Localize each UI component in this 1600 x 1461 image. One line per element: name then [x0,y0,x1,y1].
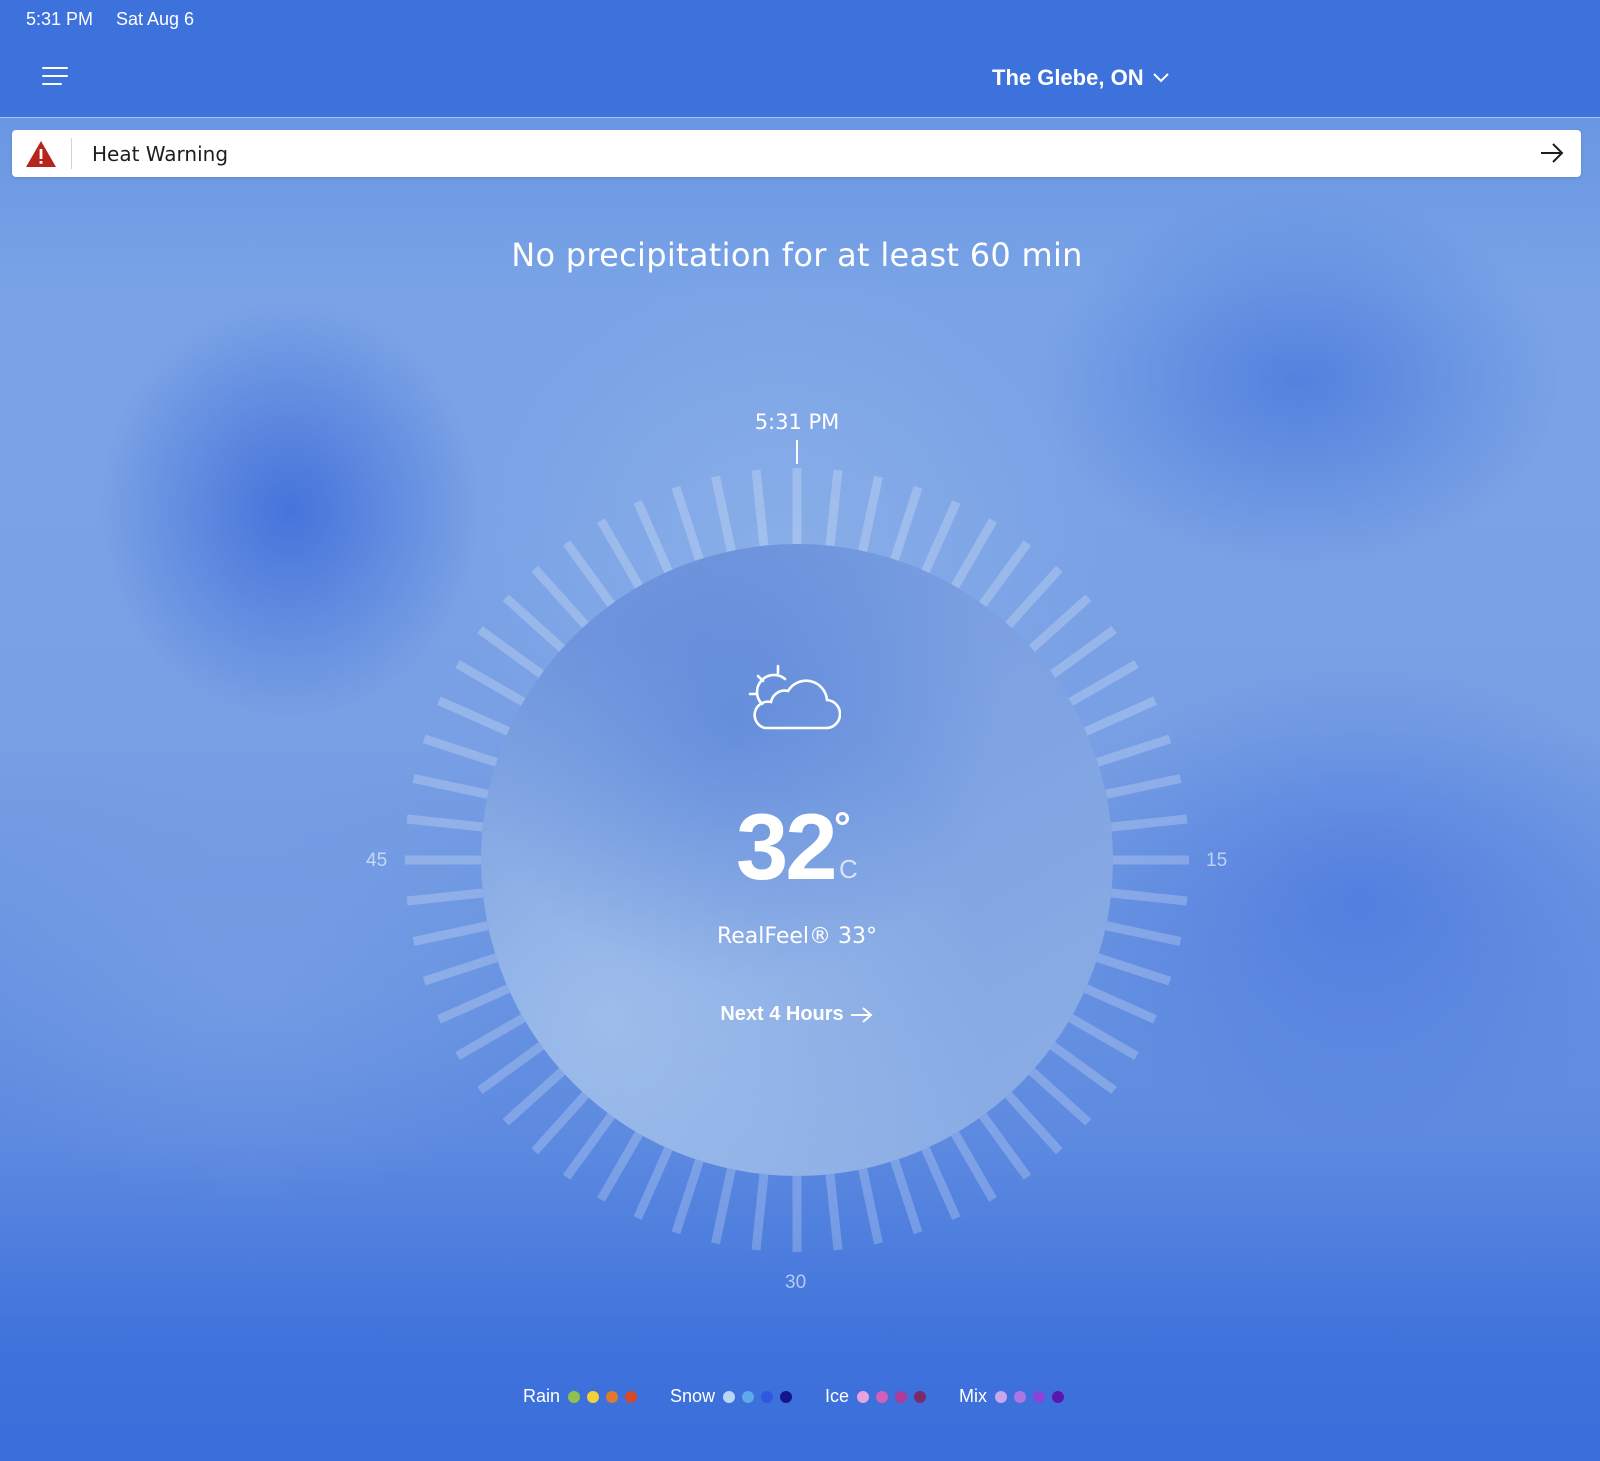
dial-minute-tick [890,1159,923,1235]
legend-color-dot [1014,1390,1027,1403]
legend-color-dot [586,1390,599,1403]
dial-minute-tick [562,540,615,608]
legend-group-ice: Ice [825,1386,933,1407]
dial-minute-tick [502,1068,566,1126]
degree-symbol: ° [834,803,851,850]
legend-color-dot [876,1390,889,1403]
dial-minute-tick [1005,565,1063,629]
dial-minute-tick [921,500,961,574]
legend-color-dot [995,1390,1008,1403]
dial-minute-tick [422,953,498,986]
dial-minute-tick [502,594,566,652]
legend-label: Rain [522,1386,560,1406]
legend-color-dot [742,1390,755,1403]
legend-label: Ice [825,1386,850,1406]
dial-minute-tick [1083,696,1157,736]
legend-color-dot [857,1390,870,1403]
dial-minute-tick [633,500,673,574]
dial-now-marker [796,440,798,464]
dial-minute-tick [1096,953,1172,986]
legend-label: Mix [959,1386,988,1406]
dial-minute-tick [1049,625,1117,678]
dial-minute-tick [597,518,643,589]
dial-minute-tick [1005,1091,1063,1155]
dial-minute-tick [633,1146,673,1220]
dial-minute-tick [858,1168,883,1245]
dial-minute-tick [671,485,704,561]
dial-minute-tick [597,1131,643,1202]
legend-color-dot [624,1390,637,1403]
realfeel-temperature: RealFeel® 33° [716,924,878,949]
temperature-unit: C [839,854,858,884]
dial-minute-tick [858,475,883,552]
legend-color-dot [1033,1390,1046,1403]
dial-minute-tick [951,518,997,589]
dial-minute-tick [825,1173,843,1251]
dial-minute-tick [1068,660,1139,706]
dial-minute-tick [979,540,1032,608]
dial-minute-tick [951,1131,997,1202]
dial-minute-tick [1028,594,1092,652]
legend-group-mix: Mix [959,1386,1071,1407]
legend-color-dot [1052,1390,1065,1403]
legend-group-snow: Snow [670,1386,799,1407]
legend-color-dot [605,1390,618,1403]
dial-minute-tick [711,1168,736,1245]
next-4-hours-label: Next 4 Hours [720,1003,844,1025]
dial-minute-tick [1110,814,1188,832]
dial-minute-tick [1096,734,1172,767]
precipitation-legend: Rain Snow Ice Mix [0,1386,1594,1407]
dial-minute-tick [671,1159,704,1235]
dial-minute-tick [1028,1068,1092,1126]
legend-color-dot [914,1390,927,1403]
dial-minute-tick [477,1042,545,1095]
dial-minute-tick [562,1112,615,1180]
dial-now-label: 5:31 PM [754,410,840,434]
dial-minute-tick [1049,1042,1117,1095]
dial-minute-tick [751,469,769,547]
dial-minute-tick [979,1112,1032,1180]
dial-minute-tick [890,485,923,561]
legend-color-dot [723,1390,736,1403]
legend-group-rain: Rain [523,1386,644,1407]
dial-label-30: 30 [785,1272,807,1293]
dial-minute-tick [437,696,511,736]
legend-color-dot [895,1390,908,1403]
dial-minute-tick [1110,888,1188,906]
dial-minute-tick [1105,774,1182,799]
dial-minute-tick [531,1091,589,1155]
legend-color-dot [761,1390,774,1403]
arrow-right-icon [850,1006,873,1023]
dial-label-15: 15 [1206,850,1228,871]
dial-minute-tick [751,1173,769,1251]
partly-cloudy-icon [748,664,841,730]
dial-minute-tick [531,565,589,629]
dial-minute-tick [477,625,545,678]
dial-label-45: 45 [366,850,388,871]
next-4-hours-link[interactable]: Next 4 Hours [720,1003,873,1026]
dial-minute-tick [921,1146,961,1220]
current-temperature: 32 [736,794,838,899]
dial-minute-tick [422,734,498,767]
dial-minute-tick [711,475,736,552]
legend-color-dot [567,1390,580,1403]
dial-minute-tick [412,774,489,799]
legend-label: Snow [669,1386,716,1406]
dial-minute-tick [406,814,484,832]
legend-color-dot [780,1390,793,1403]
dial-minute-tick [455,660,526,706]
dial-minute-tick [406,888,484,906]
dial-minute-tick [825,469,843,547]
